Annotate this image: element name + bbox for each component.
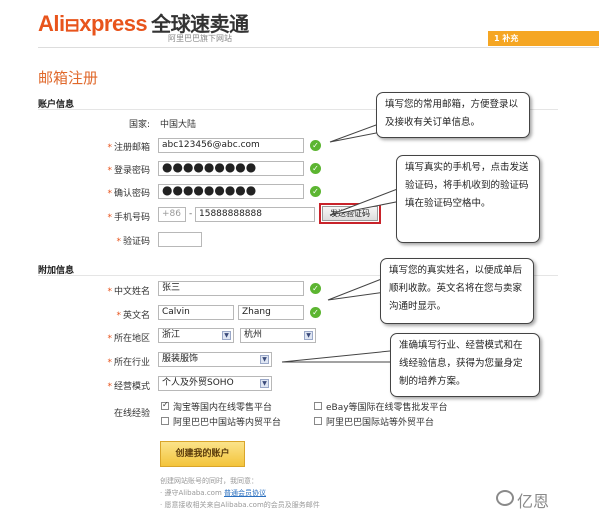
callout-pointer (327, 277, 387, 301)
callout-pointer (329, 187, 407, 216)
tooltip-industry: 准确填写行业、经营模式和在线经验信息，获得为您量身定制的培养方案。 (390, 333, 540, 397)
watermark: 亿恩 (517, 492, 550, 511)
tooltip-phone: 填写真实的手机号，点击发送验证码，将手机收到的验证码填在验证码空格中。 (396, 155, 540, 243)
callout-pointer (281, 349, 403, 363)
wechat-icon (496, 490, 514, 506)
tooltip-email: 填写您的常用邮箱，方便登录以及接收有关订单信息。 (376, 92, 530, 138)
tooltip-name: 填写您的真实姓名，以便成单后顺利收款。英文名将在您与卖家沟通时显示。 (380, 258, 534, 324)
